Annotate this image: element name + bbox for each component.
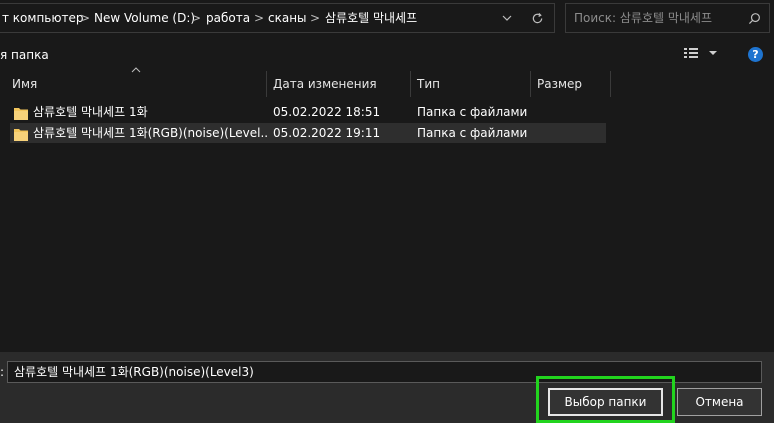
address-bar[interactable]: т компьютер > New Volume (D:) > работа >…: [0, 3, 555, 33]
sort-ascending-icon: [131, 66, 141, 76]
list-item[interactable]: 삼류호텔 막내세프 1화(RGB)(noise)(Level... 05.02.…: [10, 123, 606, 143]
list-item[interactable]: 삼류호텔 막내세프 1화 05.02.2022 18:51 Папка с фа…: [10, 102, 606, 122]
file-type: Папка с файлами: [417, 105, 528, 119]
cancel-button[interactable]: Отмена: [677, 388, 762, 416]
breadcrumb-work[interactable]: работа: [206, 4, 250, 32]
folder-picker-dialog: т компьютер > New Volume (D:) > работа >…: [0, 0, 774, 423]
search-icon[interactable]: [748, 4, 761, 32]
file-size: [537, 102, 597, 122]
search-input[interactable]: Поиск: 삼류호텔 막내세프: [565, 3, 770, 33]
column-header-size[interactable]: Размер: [537, 72, 582, 96]
folder-name-value: 삼류호텔 막내세프 1화(RGB)(noise)(Level3): [14, 365, 254, 379]
column-divider[interactable]: [610, 71, 611, 97]
caret-down-icon[interactable]: [708, 46, 718, 62]
folder-icon: [14, 105, 28, 120]
new-folder-button[interactable]: я папка: [0, 46, 49, 64]
column-header-type[interactable]: Тип: [417, 72, 440, 96]
breadcrumb-separator: >: [310, 11, 321, 25]
folder-icon: [14, 126, 28, 141]
breadcrumb-current-folder[interactable]: 삼류호텔 막내세프: [325, 4, 417, 32]
view-options-icon[interactable]: [684, 46, 698, 62]
search-placeholder: Поиск: 삼류호텔 막내세프: [574, 11, 713, 25]
column-divider[interactable]: [410, 71, 411, 97]
help-icon[interactable]: ?: [748, 47, 763, 62]
file-type: Папка с файлами: [417, 126, 528, 140]
breadcrumb-computer[interactable]: т компьютер: [2, 4, 83, 32]
breadcrumb-drive[interactable]: New Volume (D:): [94, 4, 195, 32]
breadcrumb-separator: >: [80, 11, 91, 25]
file-date: 05.02.2022 19:11: [273, 126, 381, 140]
column-header-name[interactable]: Имя: [12, 72, 37, 96]
file-name: 삼류호텔 막내세프 1화(RGB)(noise)(Level...: [33, 126, 269, 140]
chevron-down-icon[interactable]: [497, 4, 517, 32]
file-name: 삼류호텔 막내세프 1화: [33, 105, 148, 119]
select-folder-button[interactable]: Выбор папки: [548, 388, 663, 416]
column-header-date[interactable]: Дата изменения: [273, 72, 377, 96]
file-date: 05.02.2022 18:51: [273, 105, 381, 119]
refresh-icon[interactable]: [527, 4, 547, 32]
breadcrumb-separator: >: [254, 11, 265, 25]
column-divider[interactable]: [266, 71, 267, 97]
breadcrumb-scans[interactable]: сканы: [268, 4, 307, 32]
folder-field-label: :: [0, 365, 5, 379]
column-divider[interactable]: [530, 71, 531, 97]
file-size: [537, 123, 597, 143]
breadcrumb-separator: >: [191, 11, 202, 25]
